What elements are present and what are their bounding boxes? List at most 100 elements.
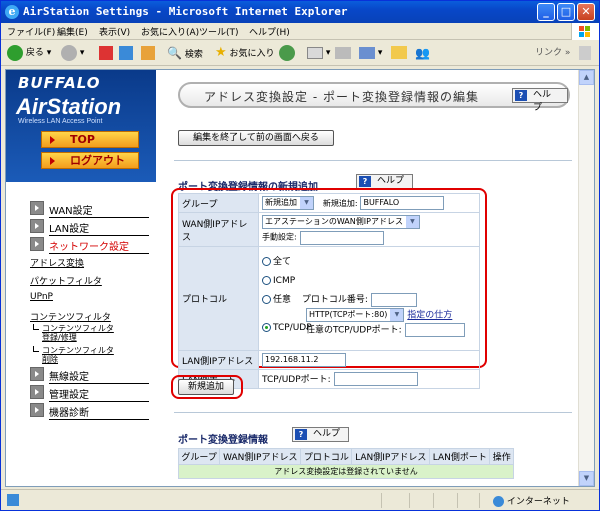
group-select[interactable]: 新規追加: [262, 196, 314, 210]
arrow-icon: [30, 385, 44, 399]
refresh-button[interactable]: [119, 44, 133, 62]
menu-favorites[interactable]: お気に入り(A): [141, 25, 199, 38]
brand-panel: BUFFALO AirStation Wireless LAN Access P…: [6, 70, 156, 182]
protocol-all-option[interactable]: 全て: [262, 253, 476, 272]
back-button[interactable]: 戻る ▾: [7, 44, 51, 62]
back-to-previous-button[interactable]: 編集を終了して前の画面へ戻る: [178, 130, 334, 146]
forward-arrow-icon: [61, 44, 77, 61]
ie-icon: e: [5, 5, 19, 19]
empty-message: アドレス変換設定は登録されていません: [178, 464, 514, 479]
history-button[interactable]: [279, 44, 295, 62]
wan-ip-select[interactable]: エアステーションのWAN側IPアドレス: [262, 214, 420, 229]
folder-button[interactable]: [391, 44, 407, 62]
menu-lan-settings[interactable]: LAN設定: [30, 218, 150, 236]
col-lan-port: LAN側ポート: [429, 448, 491, 465]
print-button[interactable]: [335, 44, 351, 62]
menu-help[interactable]: ヘルプ(H): [249, 25, 290, 38]
col-protocol: プロトコル: [300, 448, 353, 465]
menu-tools[interactable]: ツール(T): [199, 25, 239, 38]
protocol-label: プロトコル: [178, 246, 259, 351]
home-icon: [141, 45, 155, 60]
menu-wan-settings[interactable]: WAN設定: [30, 200, 150, 218]
manual-label: 手動設定:: [262, 232, 297, 241]
menu-network-settings[interactable]: ネットワーク設定: [30, 236, 150, 254]
registered-entries-table: グループ WAN側IPアドレス プロトコル LAN側IPアドレス LAN側ポート…: [177, 448, 514, 479]
minimize-button[interactable]: _: [537, 3, 555, 21]
submenu-address-translation[interactable]: アドレス変換: [30, 256, 84, 269]
lan-ip-input[interactable]: 192.168.11.2: [262, 353, 346, 367]
divider: [174, 160, 572, 161]
page-header: アドレス変換設定 - ポート変換登録情報の編集 ? ヘルプ: [178, 82, 570, 113]
manual-ip-input[interactable]: [299, 230, 384, 245]
menu-file[interactable]: ファイル(F): [7, 25, 55, 38]
messenger-button[interactable]: 👥: [415, 44, 430, 62]
extra-icon[interactable]: [579, 44, 591, 62]
arrow-icon: [30, 367, 44, 381]
howto-link[interactable]: 指定の仕方: [407, 311, 452, 321]
help-icon: ?: [515, 90, 527, 101]
globe-icon: [493, 496, 504, 507]
add-button[interactable]: 新規追加: [178, 379, 234, 395]
any-port-input[interactable]: [404, 322, 465, 337]
protocol-number-input[interactable]: [370, 292, 417, 307]
windows-logo-icon: [571, 23, 599, 40]
new-entry-help-button[interactable]: ? ヘルプ: [356, 174, 414, 189]
close-button[interactable]: ✕: [577, 3, 595, 21]
radio-icon: [262, 276, 271, 285]
edit-icon: [359, 46, 375, 59]
refresh-icon: [119, 45, 133, 60]
airstation-logo: AirStation: [16, 94, 122, 119]
tcpudp-service-select[interactable]: HTTP(TCPポート:80): [306, 308, 405, 322]
left-navigation: BUFFALO AirStation Wireless LAN Access P…: [6, 70, 156, 486]
scroll-down-icon[interactable]: ▼: [579, 471, 594, 486]
menu-admin-settings[interactable]: 管理設定: [30, 384, 150, 402]
window-title: AirStation Settings - Microsoft Internet…: [23, 5, 348, 18]
brand-tagline: Wireless LAN Access Point: [18, 118, 103, 125]
tcpudp-port-label: TCP/UDPポート:: [262, 374, 331, 385]
col-wan-ip: WAN側IPアドレス: [219, 448, 302, 465]
lan-port-input[interactable]: [333, 372, 418, 387]
vertical-scrollbar[interactable]: ▲ ▼: [578, 70, 594, 486]
search-icon: 🔍: [167, 46, 182, 60]
forward-button[interactable]: ▾: [61, 44, 84, 62]
stop-button[interactable]: [99, 44, 113, 62]
submenu-upnp[interactable]: UPnP: [30, 292, 53, 302]
menu-wireless-settings[interactable]: 無線設定: [30, 366, 150, 384]
help-button[interactable]: ? ヘルプ: [512, 88, 568, 113]
wan-ip-label: WAN側IPアドレス: [178, 212, 259, 247]
submenu-packet-filter[interactable]: パケットフィルタ: [30, 274, 102, 287]
new-entry-form: グループ 新規追加 新規追加: BUFFALO WAN側IPアドレス エアステー…: [178, 193, 480, 389]
folder-icon: [391, 46, 407, 59]
submenu-content-filter[interactable]: コンテンツフィルタ: [30, 310, 111, 323]
menu-view[interactable]: 表示(V): [99, 25, 130, 38]
submenu-content-filter-delete[interactable]: コンテンツフィルタ 削除: [33, 346, 143, 366]
favorites-button[interactable]: ★ お気に入り: [215, 44, 275, 62]
arrow-icon: [30, 403, 44, 417]
chevron-right-icon: [50, 136, 55, 144]
status-bar: インターネット: [1, 489, 599, 510]
group-label: グループ: [178, 193, 259, 213]
logout-button[interactable]: ログアウト: [41, 152, 139, 169]
title-bar: e AirStation Settings - Microsoft Intern…: [1, 1, 599, 23]
help-icon: ?: [359, 176, 371, 187]
scroll-up-icon[interactable]: ▲: [579, 70, 594, 85]
protocol-icmp-option[interactable]: ICMP: [262, 272, 476, 291]
top-button[interactable]: TOP: [41, 131, 139, 148]
home-button[interactable]: [141, 44, 155, 62]
page-title: アドレス変換設定 - ポート変換登録情報の編集: [204, 90, 479, 104]
menu-diagnostics[interactable]: 機器診断: [30, 402, 150, 420]
buffalo-logo: BUFFALO: [18, 74, 101, 92]
radio-icon: [262, 257, 271, 266]
registered-help-button[interactable]: ? ヘルプ: [292, 427, 350, 442]
registered-entries-title: ポート変換登録情報: [178, 435, 268, 446]
links-button[interactable]: リンク »: [535, 44, 570, 62]
protocol-tcpudp-option[interactable]: TCP/UDP: [262, 319, 312, 338]
menu-edit[interactable]: 編集(E): [57, 25, 88, 38]
history-icon: [279, 44, 295, 61]
submenu-content-filter-register[interactable]: コンテンツフィルタ 登録/修理: [33, 324, 143, 344]
edit-button[interactable]: ▾: [359, 44, 382, 62]
maximize-button[interactable]: □: [557, 3, 575, 21]
search-button[interactable]: 🔍 検索: [167, 44, 203, 62]
new-group-input[interactable]: BUFFALO: [360, 196, 445, 210]
mail-button[interactable]: ▾: [307, 44, 330, 62]
